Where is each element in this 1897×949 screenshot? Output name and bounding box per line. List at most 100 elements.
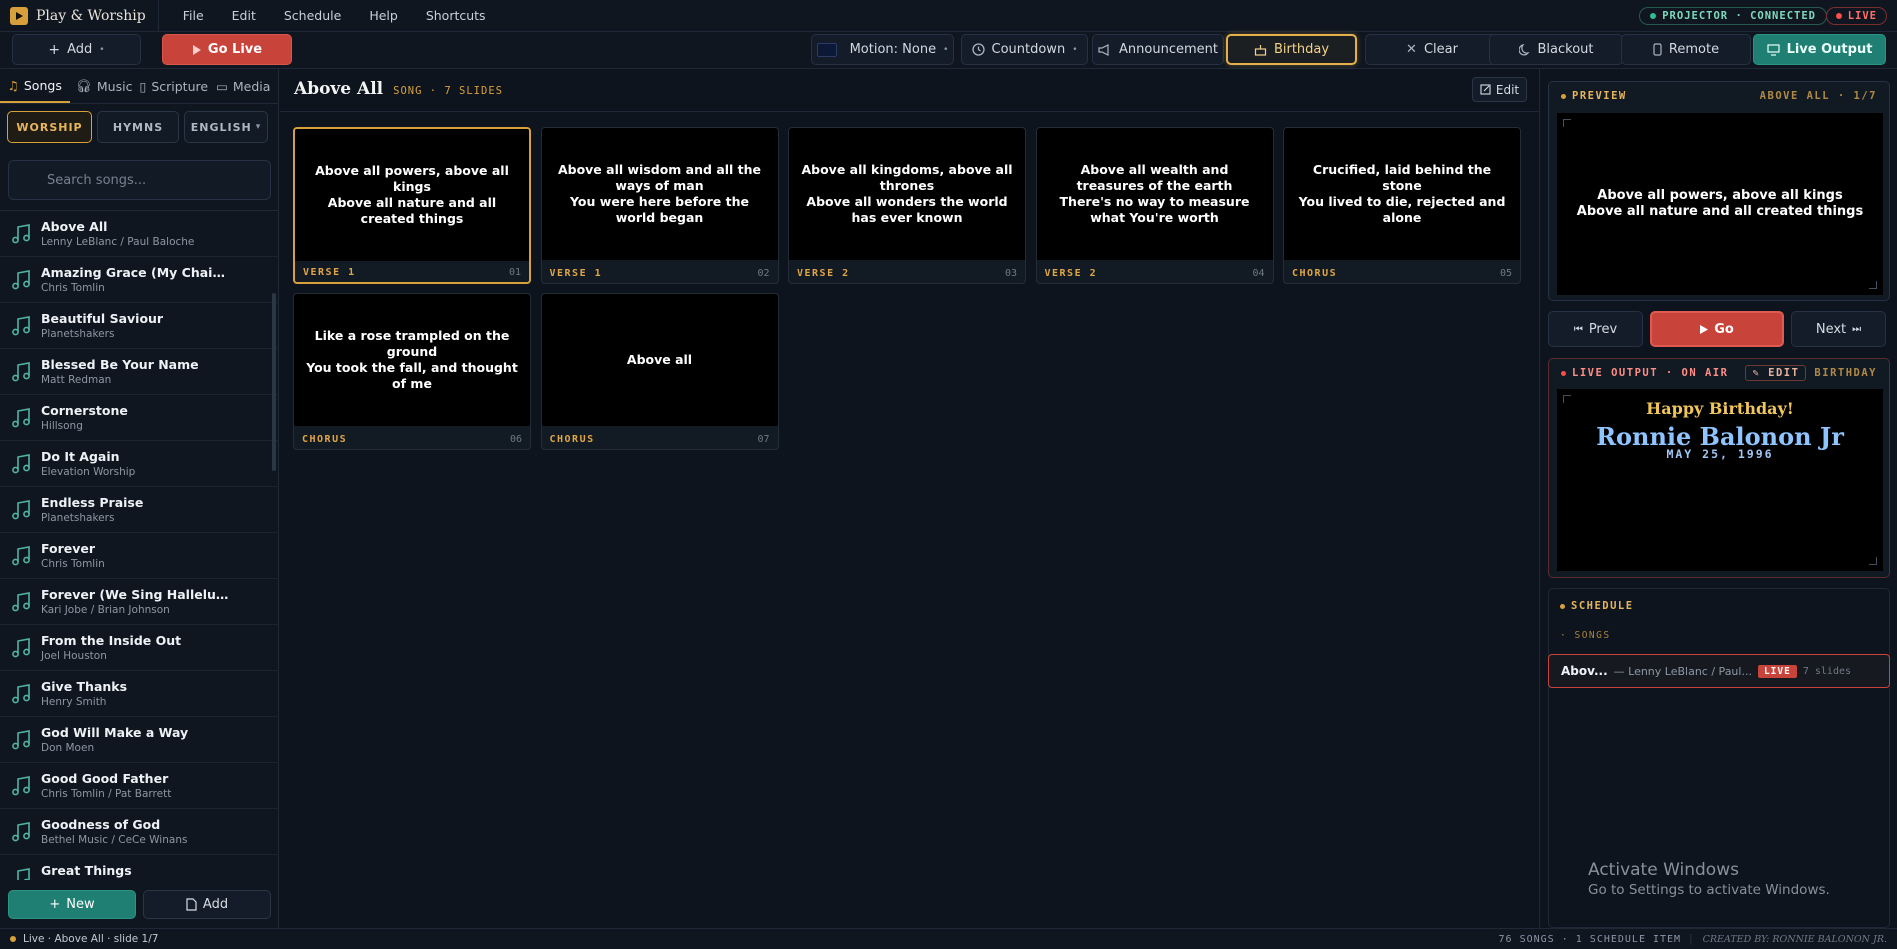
song-text: Endless Praise Planetshakers	[41, 495, 231, 524]
tab-songs[interactable]: ♫ Songs	[0, 69, 70, 103]
watermark-title: Activate Windows	[1588, 860, 1739, 880]
slide-thumbnail[interactable]: Above all kingdoms, above all thrones Ab…	[788, 127, 1026, 284]
status-divider: |	[1689, 933, 1693, 945]
slide-thumbnail[interactable]: Above all wisdom and all the ways of man…	[540, 127, 779, 284]
moon-icon	[1518, 43, 1530, 55]
headphones-icon: 🎧︎	[76, 78, 92, 93]
slide-thumbnail[interactable]: Above all powers, above all kings Above …	[293, 127, 531, 284]
new-song-button[interactable]: + New	[8, 890, 136, 919]
song-list: Above All Lenny LeBlanc / Paul Baloche Ama…	[0, 210, 279, 880]
clear-label: Clear	[1423, 42, 1458, 57]
slide-thumbnail[interactable]: Like a rose trampled on the ground You t…	[293, 293, 531, 450]
slide-thumbnail[interactable]: Above all wealth and treasures of the ea…	[1035, 127, 1274, 284]
slide-text: Like a rose trampled on the ground You t…	[294, 294, 530, 426]
motion-swatch-icon	[816, 42, 837, 57]
filter-hymns[interactable]: HYMNS	[97, 111, 179, 143]
menu-shortcuts[interactable]: Shortcuts	[418, 8, 494, 23]
blackout-button[interactable]: Blackout	[1489, 34, 1623, 65]
slide-thumbnail[interactable]: Crucified, laid behind the stone You liv…	[1283, 127, 1521, 284]
add-song-button[interactable]: Add	[143, 890, 271, 919]
song-list-item[interactable]: Do It Again Elevation Worship	[0, 441, 279, 487]
song-list-item[interactable]: Endless Praise Planetshakers	[0, 487, 279, 533]
song-title: Above All	[294, 79, 384, 99]
clear-button[interactable]: ✕ Clear	[1365, 34, 1499, 65]
live-output-screen[interactable]: Happy Birthday! Ronnie Balonon Jr MAY 25…	[1557, 389, 1883, 571]
remote-label: Remote	[1668, 42, 1720, 57]
announcement-button[interactable]: Announcement	[1092, 34, 1224, 65]
app-logo: Play & Worship	[0, 0, 159, 31]
schedule-section-label: SONGS	[1574, 630, 1611, 641]
edit-icon: ✎	[1752, 367, 1761, 379]
prev-button[interactable]: ⏮︎ Prev	[1548, 311, 1643, 347]
live-mode: BIRTHDAY	[1814, 367, 1877, 379]
filter-worship[interactable]: WORSHIP	[7, 111, 92, 143]
song-title: Give Thanks	[41, 679, 128, 694]
slide-thumbnail[interactable]: Above all CHORUS 07	[540, 293, 779, 450]
song-list-item[interactable]: Cornerstone Hillsong	[0, 395, 279, 441]
toolbar: + Add • Go Live Motion: None • Countdown…	[0, 32, 1897, 69]
song-list-item[interactable]: Above All Lenny LeBlanc / Paul Baloche	[0, 211, 279, 257]
menu-file[interactable]: File	[175, 8, 212, 23]
tab-media[interactable]: ▭ Media	[209, 69, 279, 103]
tab-scripture[interactable]: ▯ Scripture	[139, 69, 209, 103]
next-button[interactable]: Next ⏭︎	[1791, 311, 1886, 347]
slide-label: VERSE 1	[303, 267, 356, 278]
song-title: From the Inside Out	[41, 633, 182, 648]
song-list-item[interactable]: Goodness of God Bethel Music / CeCe Winan…	[0, 809, 279, 855]
schedule-dot-icon	[1560, 603, 1565, 609]
song-title: Great Things	[41, 863, 132, 878]
song-list-item[interactable]: Great ThingsPhil Wickham	[0, 855, 279, 880]
song-list-item[interactable]: Give Thanks Henry Smith	[0, 671, 279, 717]
song-list-item[interactable]: Good Good Father Chris Tomlin / Pat Barre…	[0, 763, 279, 809]
song-title: God Will Make a Way	[41, 725, 189, 740]
search-input[interactable]: Search songs...	[8, 160, 271, 200]
tab-music[interactable]: 🎧︎ Music	[70, 69, 140, 103]
language-dropdown[interactable]: ENGLISH ▾	[184, 111, 268, 143]
add-button[interactable]: + Add •	[12, 34, 141, 65]
tab-media-label: Media	[232, 78, 271, 94]
menu-edit[interactable]: Edit	[224, 8, 264, 23]
song-title: Endless Praise	[41, 495, 144, 510]
song-list-item[interactable]: Blessed Be Your Name Matt Redman	[0, 349, 279, 395]
slide-label: CHORUS	[549, 434, 595, 445]
slide-label: VERSE 2	[1044, 268, 1098, 279]
app-title: Play & Worship	[36, 7, 146, 24]
remote-button[interactable]: Remote	[1621, 34, 1751, 65]
menu-bar: Play & Worship File Edit Schedule Help S…	[0, 0, 1897, 32]
announcement-label: Announcement	[1119, 42, 1218, 57]
slide-text: Above all	[541, 294, 778, 426]
song-list-item[interactable]: Beautiful Saviour Planetshakers	[0, 303, 279, 349]
edit-song-button[interactable]: Edit	[1472, 77, 1527, 102]
song-title: Forever	[41, 541, 96, 556]
play-logo-icon	[10, 6, 28, 25]
song-title: Beautiful Saviour	[41, 311, 164, 326]
song-list-item[interactable]: Forever (We Sing Hallelujah) Kari Jobe / …	[0, 579, 279, 625]
slide-text: Above all kingdoms, above all thrones Ab…	[789, 128, 1025, 260]
song-artist: Bethel Music / CeCe Winans	[41, 834, 188, 846]
preview-screen[interactable]: Above all powers, above all kings Above …	[1557, 113, 1883, 295]
plus-icon: +	[49, 897, 61, 912]
live-edit-button[interactable]: ✎ EDIT	[1745, 365, 1807, 381]
song-list-item[interactable]: Forever Chris Tomlin	[0, 533, 279, 579]
motion-dropdown[interactable]: Motion: None •	[811, 34, 954, 65]
birthday-button[interactable]: Birthday	[1226, 34, 1357, 65]
skip-back-icon: ⏮︎	[1573, 323, 1583, 335]
live-output-label: LIVE OUTPUT · ON AIR	[1572, 367, 1729, 379]
song-artist: Elevation Worship	[41, 466, 136, 478]
menu-help[interactable]: Help	[361, 8, 406, 23]
song-list-item[interactable]: From the Inside Out Joel Houston	[0, 625, 279, 671]
schedule-item[interactable]: Abov... — Lenny LeBlanc / Paul... LIVE 7…	[1548, 654, 1890, 688]
cake-icon	[1254, 45, 1267, 56]
image-icon: ▭	[216, 78, 228, 94]
menu-schedule[interactable]: Schedule	[276, 8, 349, 23]
song-artist: Chris Tomlin	[41, 282, 105, 294]
song-list-item[interactable]: God Will Make a Way Don Moen	[0, 717, 279, 763]
go-live-button[interactable]: Go Live	[162, 34, 292, 65]
music-note-icon	[12, 407, 30, 427]
song-list-scrollbar[interactable]	[272, 293, 276, 471]
preview-dot-icon	[1561, 93, 1566, 99]
song-list-item[interactable]: Amazing Grace (My Chains Ar... Chris Toml…	[0, 257, 279, 303]
go-button[interactable]: Go	[1650, 311, 1784, 347]
countdown-button[interactable]: Countdown •	[961, 34, 1088, 65]
live-output-button[interactable]: Live Output	[1753, 34, 1886, 65]
